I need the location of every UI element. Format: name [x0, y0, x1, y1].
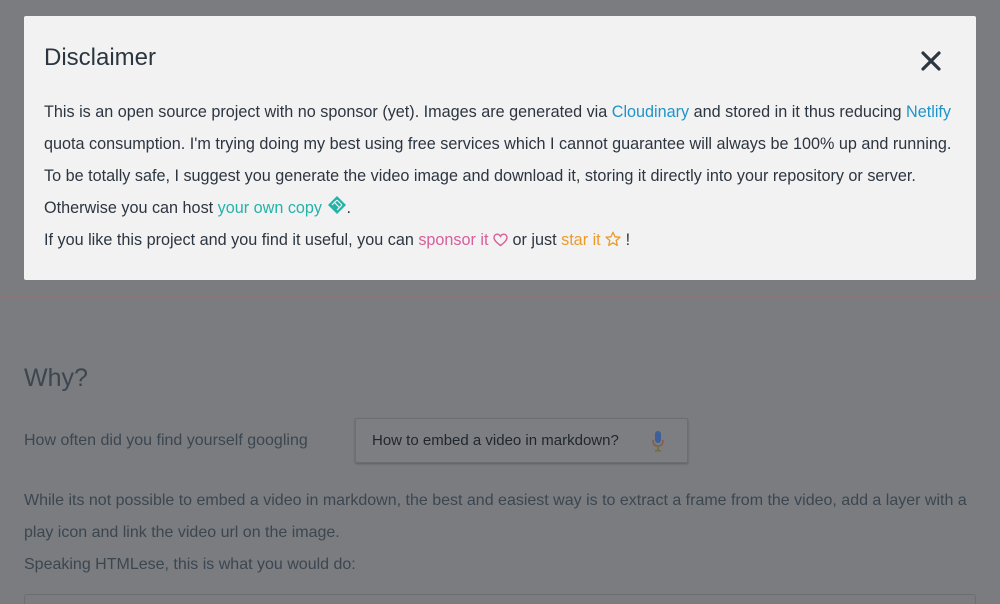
support-text-part: ! — [621, 231, 631, 249]
close-button[interactable] — [916, 46, 946, 76]
own-copy-link[interactable]: your own copy — [217, 196, 347, 217]
disclaimer-text-part: quota consumption. I'm trying doing my b… — [44, 135, 952, 217]
disclaimer-modal: Disclaimer This is an open source projec… — [24, 16, 976, 280]
star-link[interactable]: star it — [561, 231, 621, 249]
googling-text: How often did you find yourself googling — [24, 432, 308, 449]
cloudinary-link[interactable]: Cloudinary — [612, 103, 689, 121]
modal-title: Disclaimer — [44, 44, 157, 71]
support-text-part: If you like this project and you find it… — [44, 231, 419, 249]
search-box-image: How to embed a video in markdown? — [355, 418, 688, 463]
microphone-icon — [652, 431, 664, 452]
support-text-part: or just — [508, 231, 562, 249]
why-heading: Why? — [24, 364, 88, 392]
sponsor-label: sponsor it — [418, 231, 489, 249]
explanation-text: While its not possible to embed a video … — [24, 485, 984, 581]
disclaimer-text-part: . — [346, 199, 352, 217]
netlify-link[interactable]: Netlify — [906, 103, 951, 121]
htmlese-text: Speaking HTMLese, this is what you would… — [24, 556, 356, 573]
star-icon — [605, 231, 621, 247]
sponsor-link[interactable]: sponsor it — [418, 231, 508, 249]
close-icon — [921, 51, 941, 71]
code-block — [24, 594, 976, 604]
disclaimer-text-part: This is an open source project with no s… — [44, 103, 612, 121]
header-divider — [0, 296, 1000, 297]
star-label: star it — [561, 231, 601, 249]
heart-icon — [493, 233, 508, 247]
disclaimer-text: This is an open source project with no s… — [44, 96, 959, 256]
search-query-text: How to embed a video in markdown? — [372, 432, 619, 449]
own-copy-label: your own copy — [217, 199, 323, 217]
explanation-paragraph: While its not possible to embed a video … — [24, 492, 967, 541]
netlify-icon — [327, 196, 346, 214]
disclaimer-text-part: and stored in it thus reducing — [689, 103, 907, 121]
